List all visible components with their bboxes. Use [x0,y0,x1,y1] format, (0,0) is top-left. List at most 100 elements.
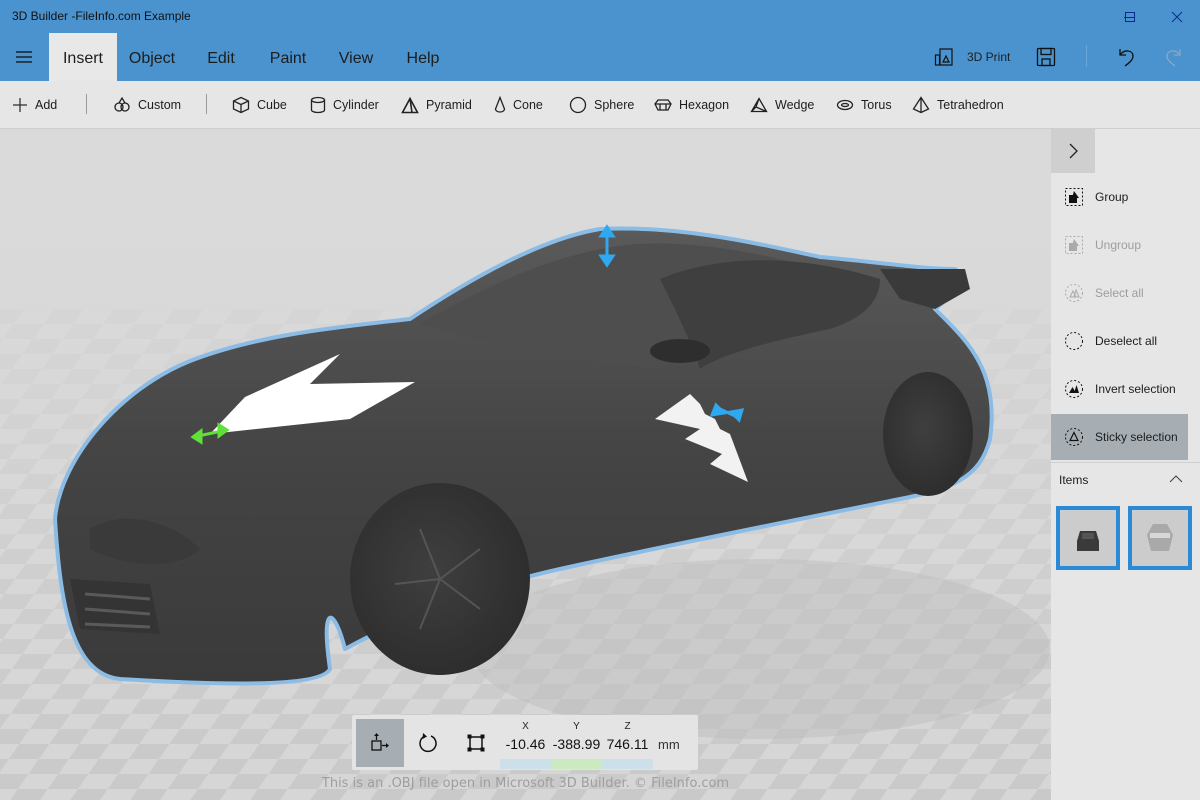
cylinder-icon [310,96,326,114]
hexagon-button[interactable]: Hexagon [654,94,729,116]
pyramid-label: Pyramid [426,98,472,112]
redo-button[interactable] [1164,43,1184,71]
maximize-control[interactable] [1107,0,1153,33]
hamburger-menu-icon [16,51,32,63]
tab-view[interactable]: View [332,33,380,81]
rotate-icon [419,733,437,753]
sticky-selection-button[interactable]: Sticky selection [1051,414,1188,460]
toolbar-separator [86,94,87,114]
ribbon-tab-bar: Insert Object Edit Paint View Help 3D Pr… [0,33,1200,81]
custom-shapes-icon [114,97,130,112]
coord-z-axis-label: Z [624,721,631,732]
insert-toolbar: Add Custom Cube Cylinder Pyramid Cone Sp… [0,81,1200,129]
cone-icon [494,96,506,113]
ribbon-separator [1086,45,1087,67]
select-all-button[interactable]: Select all [1051,270,1188,316]
collapse-panel-button[interactable] [1051,129,1095,173]
coord-x-axis-label: X [522,721,529,732]
tab-paint[interactable]: Paint [262,33,314,81]
items-section-header: Items [1051,462,1200,492]
maximize-icon [1125,11,1135,22]
transform-bar: X -10.46 Y -388.99 Z 746.11 mm [352,715,698,770]
save-button[interactable] [1036,43,1056,71]
sphere-label: Sphere [594,98,635,112]
window-title: 3D Builder -FileInfo.com Example [12,9,191,23]
add-label: Add [35,98,58,112]
invert-selection-button[interactable]: Invert selection [1051,366,1188,412]
wedge-button[interactable]: Wedge [750,94,814,116]
close-icon [1171,11,1183,22]
items-collapse-button[interactable] [1169,471,1183,489]
pyramid-button[interactable]: Pyramid [401,94,472,116]
tab-edit[interactable]: Edit [198,33,244,81]
select-all-label: Select all [1095,286,1144,300]
hexagon-icon [654,99,672,111]
coord-x-bar [500,759,551,769]
tab-insert[interactable]: Insert [49,33,117,81]
save-icon [1036,47,1056,67]
close-button[interactable] [1154,0,1200,33]
wedge-label: Wedge [775,98,815,112]
group-icon [1063,186,1085,208]
ungroup-button[interactable]: Ungroup [1051,222,1188,268]
undo-button[interactable] [1116,43,1136,71]
selection-panel: Group Ungroup Select all Deselect all In… [1051,129,1200,800]
coord-y[interactable]: Y -388.99 [551,717,602,769]
coord-x-value[interactable]: -10.46 [500,736,551,752]
cube-button[interactable]: Cube [232,94,287,116]
menu-button[interactable] [8,45,40,69]
tab-help[interactable]: Help [398,33,448,81]
items-label: Items [1059,473,1089,487]
hexagon-label: Hexagon [679,98,730,112]
coord-z[interactable]: Z 746.11 [602,717,653,769]
move-icon [371,733,389,751]
sticky-selection-label: Sticky selection [1095,430,1178,444]
scale-mode-button[interactable] [452,719,500,767]
tetrahedron-button[interactable]: Tetrahedron [912,94,1004,116]
rotate-mode-button[interactable] [404,719,452,767]
scene-canvas [0,129,1051,800]
select-all-icon [1063,282,1085,304]
deselect-all-button[interactable]: Deselect all [1051,318,1188,364]
group-button[interactable]: Group [1051,174,1188,220]
cube-icon [232,96,250,114]
watermark-caption: This is an .OBJ file open in Microsoft 3… [321,776,730,791]
sticky-selection-icon [1063,426,1085,448]
side-mirror [650,339,710,363]
redo-icon [1166,49,1181,67]
cone-button[interactable]: Cone [494,94,543,116]
torus-label: Torus [861,98,892,112]
tetrahedron-label: Tetrahedron [937,98,1004,112]
3d-print-button[interactable]: 3D Print [934,43,1010,71]
rear-wheel [883,372,973,496]
item-thumbnail-decal[interactable] [1128,506,1192,570]
tab-object[interactable]: Object [120,33,184,81]
move-mode-button[interactable] [356,719,404,767]
app-window: 3D Builder -FileInfo.com Example Insert … [0,0,1200,800]
toolbar-separator [206,94,207,114]
cylinder-button[interactable]: Cylinder [310,94,379,116]
wedge-icon [750,97,768,113]
group-label: Group [1095,190,1129,204]
torus-icon [836,99,854,111]
deselect-all-label: Deselect all [1095,334,1158,348]
3d-print-icon [934,48,953,66]
sphere-button[interactable]: Sphere [569,94,634,116]
add-button[interactable]: Add [12,94,57,116]
coord-x[interactable]: X -10.46 [500,717,551,769]
sphere-icon [569,96,587,114]
invert-selection-icon [1063,378,1085,400]
item-thumbnail-car[interactable] [1056,506,1120,570]
coord-y-value[interactable]: -388.99 [551,736,602,752]
decal-thumbnail-icon [1147,524,1173,551]
cube-label: Cube [257,98,287,112]
custom-button[interactable]: Custom [113,94,181,116]
coord-z-value[interactable]: 746.11 [602,736,653,752]
tetrahedron-icon [912,96,930,114]
torus-button[interactable]: Torus [836,94,892,116]
invert-selection-label: Invert selection [1095,382,1176,396]
deselect-all-icon [1063,330,1085,352]
unit-selector[interactable]: mm [658,737,680,752]
3d-viewport[interactable] [0,129,1051,800]
ungroup-icon [1063,234,1085,256]
